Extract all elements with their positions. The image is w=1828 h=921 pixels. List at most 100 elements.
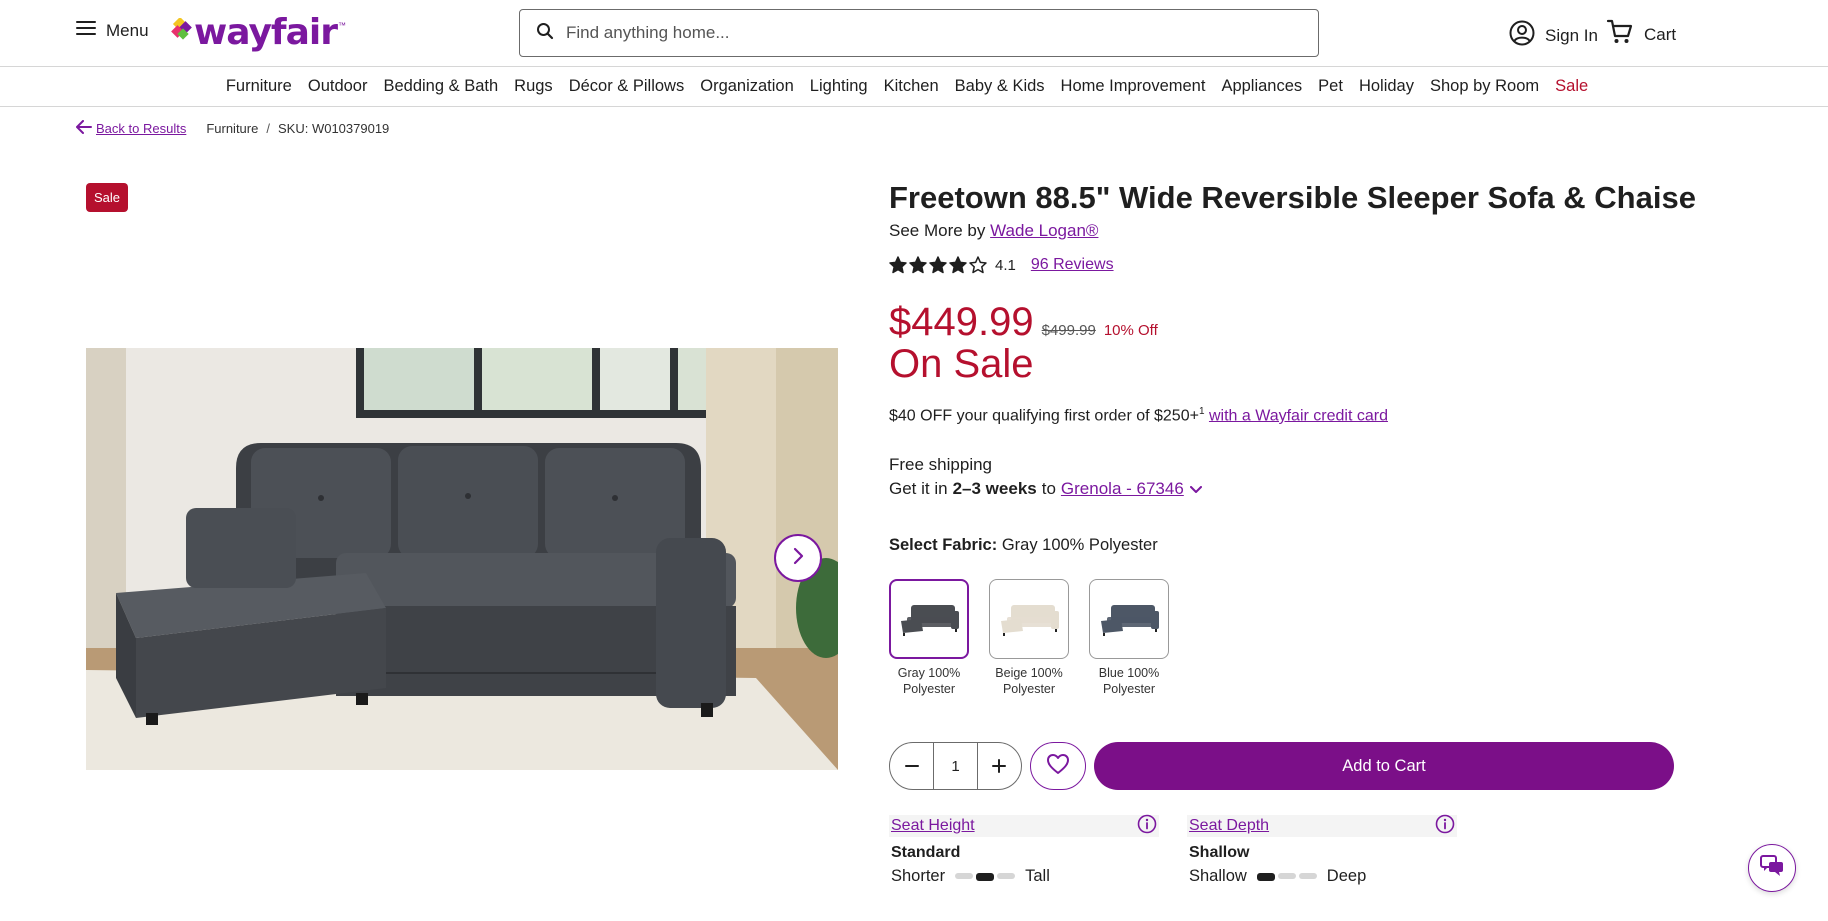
next-image-button[interactable] — [774, 534, 822, 582]
scale-low-label: Shallow — [1189, 867, 1247, 885]
fabric-swatches: Gray 100% Polyester Beige 100% Polyester… — [889, 579, 1169, 697]
nav-item-bedding-bath[interactable]: Bedding & Bath — [383, 77, 498, 96]
mini-sofa-icon — [1101, 605, 1159, 636]
swatch-label-line2: Polyester — [1102, 682, 1156, 696]
heart-icon — [1046, 753, 1070, 780]
rating-summary: 4.1 96 Reviews — [889, 256, 1114, 274]
brand-link[interactable]: Wade Logan® — [990, 221, 1098, 240]
star-filled-icon — [929, 256, 947, 274]
delivery-time: 2–3 weeks — [952, 479, 1037, 498]
scale-low-label: Shorter — [891, 867, 946, 885]
sofa-photo-illustration — [86, 348, 838, 770]
nav-item-decor-pillows[interactable]: Décor & Pillows — [569, 77, 685, 96]
nav-item-shop-by-room[interactable]: Shop by Room — [1430, 77, 1539, 96]
mini-sofa-icon — [1001, 605, 1059, 636]
chat-support-button[interactable] — [1748, 844, 1796, 892]
quantity-value[interactable]: 1 — [933, 743, 978, 789]
add-to-cart-button[interactable]: Add to Cart — [1094, 742, 1674, 790]
scale-segment — [1298, 872, 1317, 879]
seat-depth-scale: Shallow Deep — [1189, 867, 1457, 886]
swatch-label: Blue 100% Polyester — [1099, 665, 1159, 697]
sign-in-label: Sign In — [1545, 25, 1598, 45]
increase-quantity-button[interactable] — [978, 743, 1021, 789]
promo-footnote: 1 — [1198, 406, 1205, 417]
original-price: $499.99 — [1041, 322, 1096, 339]
nav-item-outdoor[interactable]: Outdoor — [308, 77, 368, 96]
nav-item-home-improvement[interactable]: Home Improvement — [1061, 77, 1206, 96]
back-to-results-label: Back to Results — [96, 121, 187, 136]
breadcrumb-category[interactable]: Furniture — [206, 121, 258, 136]
nav-item-sale[interactable]: Sale — [1555, 77, 1588, 96]
nav-item-furniture[interactable]: Furniture — [226, 77, 292, 96]
star-filled-icon — [949, 256, 967, 274]
fabric-label: Select Fabric: — [889, 536, 998, 554]
on-sale-label: On Sale — [889, 342, 1034, 386]
fabric-swatch-beige[interactable]: Beige 100% Polyester — [989, 579, 1069, 697]
nav-item-pet[interactable]: Pet — [1318, 77, 1343, 96]
info-icon[interactable] — [1137, 814, 1157, 839]
info-icon[interactable] — [1435, 814, 1455, 839]
star-rating — [889, 256, 987, 274]
search-bar[interactable] — [519, 9, 1319, 57]
site-header: Menu wayfair ™ Sign In Cart — [0, 0, 1828, 67]
scale-segment — [997, 872, 1016, 879]
category-nav: Furniture Outdoor Bedding & Bath Rugs Dé… — [0, 67, 1828, 107]
swatch-thumbnail — [889, 579, 969, 659]
price-row: $449.99 $499.99 10% Off — [889, 300, 1158, 345]
hamburger-icon — [76, 20, 96, 41]
chat-icon — [1759, 854, 1785, 883]
delivery-to: to — [1041, 479, 1056, 498]
arrow-left-icon — [76, 120, 92, 137]
wayfair-logo[interactable]: wayfair ™ — [170, 12, 346, 53]
delivery-location-link[interactable]: Grenola - 67346 — [1061, 479, 1202, 499]
cart-button[interactable]: Cart — [1606, 18, 1676, 51]
fabric-swatch-gray[interactable]: Gray 100% Polyester — [889, 579, 969, 697]
swatch-label-line2: Polyester — [902, 682, 956, 696]
see-more-prefix: See More by — [889, 221, 986, 240]
swatch-label: Gray 100% Polyester — [898, 665, 961, 697]
mini-sofa-icon — [901, 605, 959, 636]
add-to-favorites-button[interactable] — [1030, 742, 1086, 790]
menu-button[interactable]: Menu — [76, 20, 149, 41]
nav-item-kitchen[interactable]: Kitchen — [884, 77, 939, 96]
cart-label: Cart — [1644, 24, 1677, 44]
fabric-selected-value: Gray 100% Polyester — [1001, 536, 1158, 554]
breadcrumb-separator: / — [266, 121, 270, 136]
nav-item-lighting[interactable]: Lighting — [810, 77, 868, 96]
nav-item-baby-kids[interactable]: Baby & Kids — [955, 77, 1045, 96]
star-filled-icon — [909, 256, 927, 274]
seat-height-link[interactable]: Seat Height — [891, 817, 975, 835]
fabric-selection-label: Select Fabric: Gray 100% Polyester — [889, 536, 1158, 555]
decrease-quantity-button[interactable] — [890, 743, 933, 789]
account-icon — [1509, 20, 1535, 51]
seat-depth-value: Shallow — [1189, 844, 1250, 861]
sign-in-button[interactable]: Sign In — [1509, 20, 1598, 51]
scale-bar — [1256, 872, 1317, 881]
credit-card-promo: $40 OFF your qualifying first order of $… — [889, 406, 1388, 425]
fabric-swatch-blue[interactable]: Blue 100% Polyester — [1089, 579, 1169, 697]
logo-trademark: ™ — [337, 21, 346, 30]
logo-text: wayfair — [194, 12, 338, 53]
breadcrumb-sku: SKU: W010379019 — [277, 121, 390, 136]
menu-label: Menu — [106, 20, 149, 40]
product-image[interactable] — [86, 348, 838, 770]
spec-header: Seat Height — [889, 814, 1159, 839]
search-icon — [536, 22, 554, 45]
delivery-location: Grenola - 67346 — [1060, 479, 1184, 498]
logo-mark-icon — [170, 16, 194, 47]
see-more-by: See More by Wade Logan® — [889, 221, 1098, 241]
promo-text: $40 OFF your qualifying first order of $… — [889, 407, 1199, 425]
back-to-results-link[interactable]: Back to Results — [76, 120, 186, 137]
nav-item-organization[interactable]: Organization — [700, 77, 794, 96]
scale-segment — [1277, 872, 1296, 879]
credit-card-link[interactable]: with a Wayfair credit card — [1209, 407, 1388, 424]
nav-item-holiday[interactable]: Holiday — [1359, 77, 1414, 96]
swatch-label-line1: Gray 100% — [897, 666, 961, 680]
nav-item-appliances[interactable]: Appliances — [1221, 77, 1302, 96]
reviews-link[interactable]: 96 Reviews — [1031, 256, 1114, 274]
scale-segment — [955, 872, 974, 879]
search-input[interactable] — [566, 23, 1266, 43]
nav-item-rugs[interactable]: Rugs — [514, 77, 553, 96]
delivery-prefix: Get it in — [889, 479, 948, 498]
seat-depth-link[interactable]: Seat Depth — [1189, 817, 1269, 835]
